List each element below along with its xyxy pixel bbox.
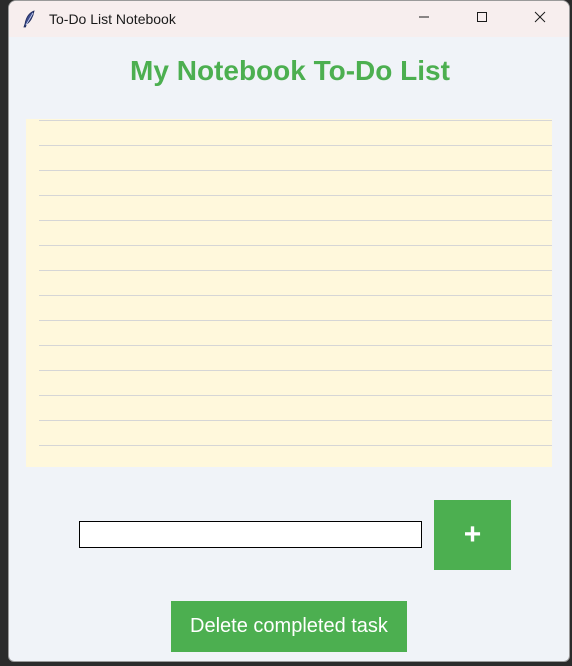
notebook-rule-line <box>39 295 552 296</box>
notebook-rule-line <box>39 170 552 171</box>
window-controls <box>395 1 569 37</box>
notebook-rule-line <box>39 270 552 271</box>
close-button[interactable] <box>511 1 569 37</box>
page-title: My Notebook To-Do List <box>130 55 450 86</box>
notebook-rule-line <box>39 320 552 321</box>
notebook-rule-line <box>39 195 552 196</box>
task-input[interactable] <box>79 521 422 548</box>
add-task-button[interactable]: + <box>434 500 511 570</box>
notebook-rule-line <box>39 220 552 221</box>
notebook-rule-line <box>39 395 552 396</box>
notebook-rule-line <box>39 370 552 371</box>
feather-icon <box>21 10 37 28</box>
maximize-icon <box>476 10 488 28</box>
maximize-button[interactable] <box>453 1 511 37</box>
notebook-rule-line <box>39 245 552 246</box>
title-bar[interactable]: To-Do List Notebook <box>9 1 569 37</box>
app-window: To-Do List Notebook My Notebook To-Do Li… <box>8 0 570 662</box>
notebook-rule-line <box>39 345 552 346</box>
minimize-icon <box>418 10 430 28</box>
notebook-rule-line <box>39 445 552 446</box>
minimize-button[interactable] <box>395 1 453 37</box>
window-title: To-Do List Notebook <box>49 11 176 27</box>
close-icon <box>534 10 546 28</box>
notebook-rule-line <box>39 420 552 421</box>
notebook-rule-line <box>39 120 552 121</box>
notebook-rule-line <box>39 145 552 146</box>
task-list-notebook[interactable] <box>26 119 552 467</box>
delete-completed-button[interactable]: Delete completed task <box>171 601 407 652</box>
